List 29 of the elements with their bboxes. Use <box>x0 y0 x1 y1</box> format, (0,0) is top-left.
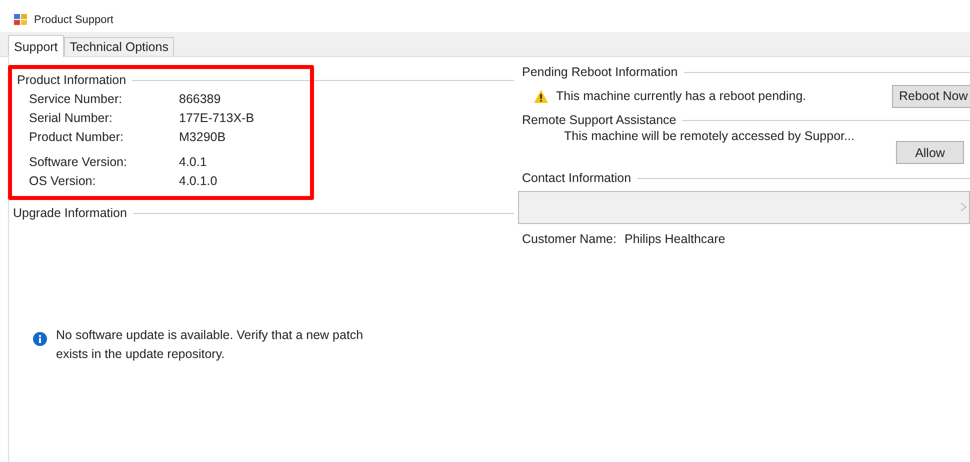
field-label: Service Number: <box>29 92 124 106</box>
info-icon <box>33 332 47 346</box>
tab[interactable]: Support <box>8 35 64 57</box>
reboot-now-button[interactable]: Reboot Now <box>892 84 970 108</box>
field-value: Philips Healthcare <box>624 232 726 246</box>
field-label: Product Number: <box>29 130 124 144</box>
window-title: Product Support <box>34 14 114 26</box>
field-label: Serial Number: <box>29 110 114 124</box>
field-label: Software Version: <box>29 154 128 168</box>
group-title: Upgrade Information <box>13 206 127 220</box>
tab[interactable]: Technical Options <box>64 37 174 56</box>
group-title: Contact Information <box>522 171 632 185</box>
field-label: Customer Name: <box>522 232 616 246</box>
group-title: Pending Reboot Information <box>522 65 678 79</box>
field-value: 4.0.1.0 <box>179 174 218 188</box>
field-value: 866389 <box>179 92 221 106</box>
allow-button[interactable]: Allow <box>896 141 964 164</box>
group-title: Product Information <box>17 73 126 87</box>
group-title: Remote Support Assistance <box>522 113 676 127</box>
field-value: M3290B <box>179 130 226 144</box>
app-icon <box>14 14 28 26</box>
contact-field[interactable] <box>518 191 970 224</box>
remote-message: This machine will be remotely accessed by Suppor... <box>564 129 856 143</box>
info-message: No software update is available. Verify that a new patch exists in the update repository. <box>56 327 364 363</box>
warning-icon <box>534 90 548 102</box>
field-value: 4.0.1 <box>179 154 207 168</box>
warning-message: This machine currently has a reboot pending. <box>556 89 808 103</box>
field-value: 177E-713X-B <box>179 110 254 124</box>
field-label: OS Version: <box>29 174 97 188</box>
